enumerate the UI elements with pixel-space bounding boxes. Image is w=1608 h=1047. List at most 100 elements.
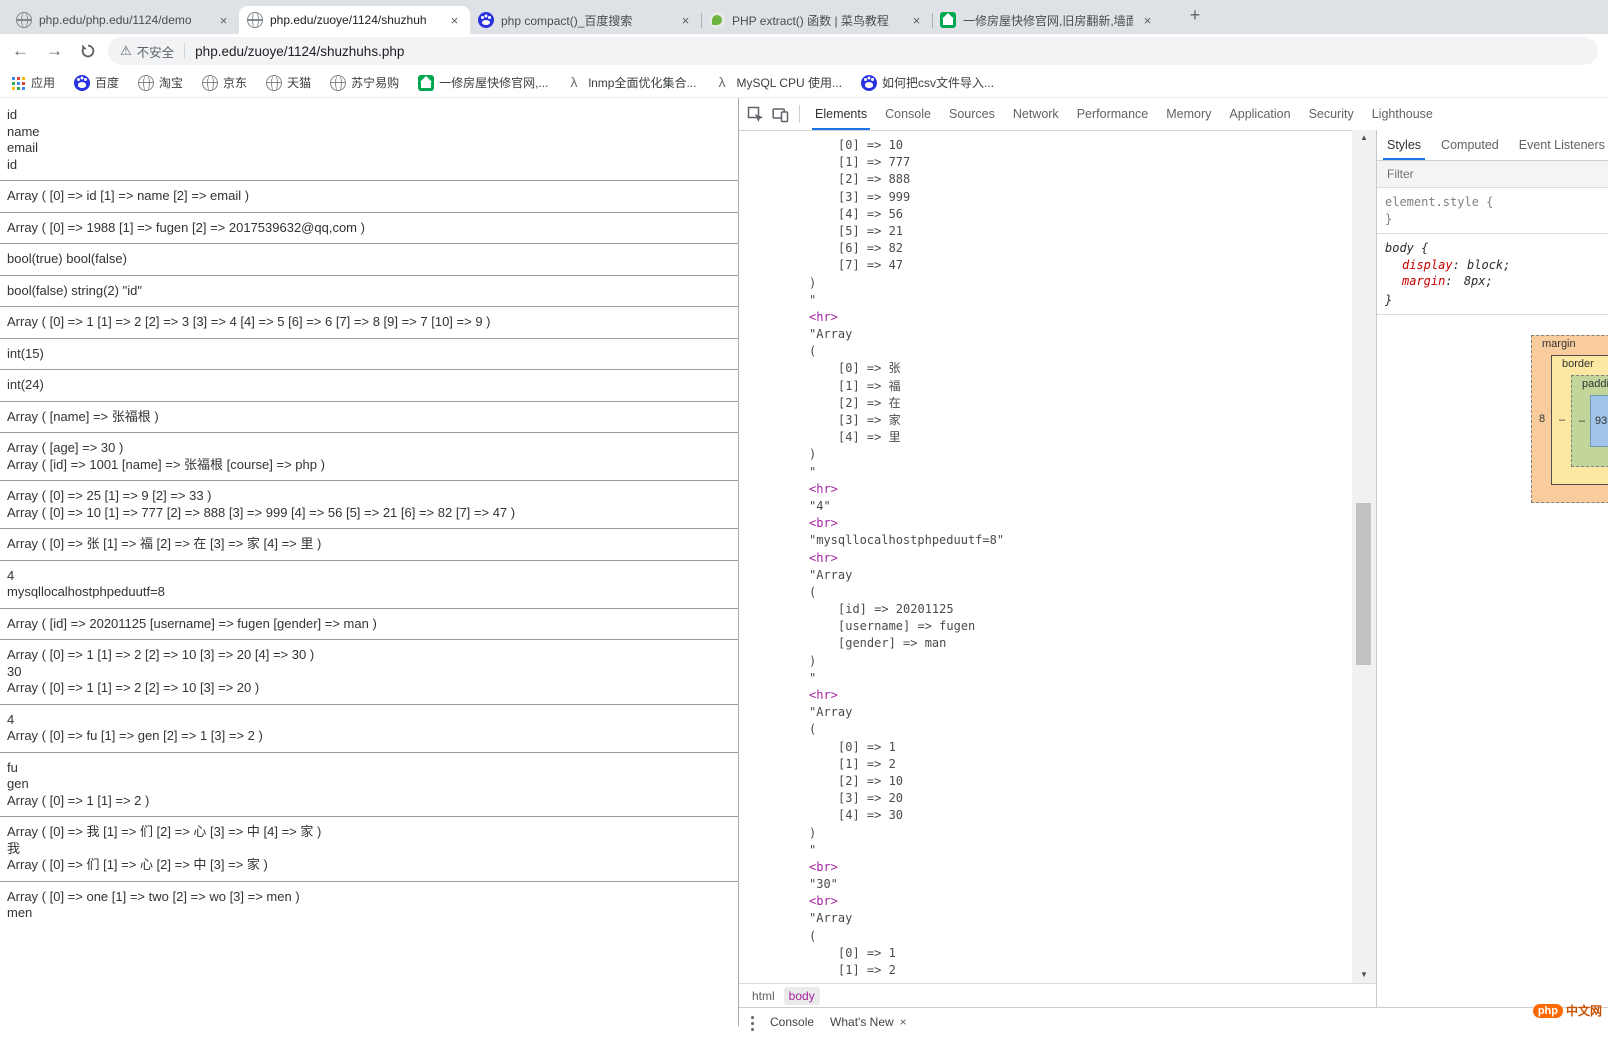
scrollbar-down-icon[interactable]: ▼ <box>1352 967 1376 983</box>
dom-node-line[interactable]: ) <box>809 825 1352 842</box>
browser-tab[interactable]: PHP extract() 函数 | 菜鸟教程 × <box>701 6 932 34</box>
dom-node-line[interactable]: [3] => 999 <box>809 189 1352 206</box>
dom-node-line[interactable]: "30" <box>809 876 1352 893</box>
devtools-tab[interactable]: Elements <box>806 98 876 130</box>
dom-node-line[interactable]: [3] => 家 <box>809 412 1352 429</box>
browser-tab[interactable]: 一修房屋快修官网,旧房翻新,墙面 × <box>932 6 1163 34</box>
breadcrumb-item[interactable]: html <box>747 987 780 1005</box>
device-toolbar-icon[interactable] <box>772 106 789 123</box>
dom-node-line[interactable]: [3] => 20 <box>809 790 1352 807</box>
box-model-content[interactable]: 939 <box>1590 395 1608 447</box>
dom-node-line[interactable]: ( <box>809 343 1352 360</box>
browser-tab[interactable]: php compact()_百度搜索 × <box>470 6 701 34</box>
drawer-tab-whats-new[interactable]: What's New × <box>830 1015 907 1029</box>
dom-node-line[interactable]: [4] => 里 <box>809 429 1352 446</box>
inspect-element-icon[interactable] <box>747 106 764 123</box>
tab-close-icon[interactable]: × <box>909 13 924 28</box>
drawer-tab-close-icon[interactable]: × <box>900 1015 907 1029</box>
dom-node-line[interactable]: [1] => 2 <box>809 756 1352 773</box>
devtools-tab[interactable]: Application <box>1220 98 1299 130</box>
devtools-tab[interactable]: Console <box>876 98 940 130</box>
dom-node-line[interactable]: " <box>809 292 1352 309</box>
drawer-tab-console[interactable]: Console <box>770 1015 814 1029</box>
reload-icon[interactable] <box>80 43 96 64</box>
dom-node-line[interactable]: <hr> <box>809 309 1352 326</box>
breadcrumb-item[interactable]: body <box>784 987 820 1005</box>
dom-node-line[interactable]: <br> <box>809 515 1352 532</box>
dom-node-line[interactable]: [2] => 10 <box>809 773 1352 790</box>
dom-node-line[interactable]: " <box>809 464 1352 481</box>
dom-node-line[interactable]: [0] => 1 <box>809 945 1352 962</box>
dom-node-line[interactable]: ) <box>809 446 1352 463</box>
browser-tab[interactable]: php.edu/zuoye/1124/shuzhuh × <box>239 6 470 34</box>
dom-node-line[interactable]: "Array <box>809 567 1352 584</box>
dom-node-line[interactable]: "Array <box>809 704 1352 721</box>
dom-node-line[interactable]: "Array <box>809 910 1352 927</box>
sidebar-tab[interactable]: Styles <box>1377 130 1431 160</box>
dom-node-line[interactable]: [5] => 21 <box>809 223 1352 240</box>
bookmark-item[interactable]: 一修房屋快修官网,... <box>418 74 548 91</box>
dom-node-line[interactable]: [0] => 10 <box>809 137 1352 154</box>
dom-node-line[interactable]: " <box>809 670 1352 687</box>
box-model-margin[interactable]: margin 8 border – padding – 939 <box>1531 335 1608 503</box>
css-property[interactable]: margin: 8px; <box>1385 273 1600 292</box>
dom-node-line[interactable]: ( <box>809 584 1352 601</box>
body-css-rule[interactable]: body { display: block; margin: 8px; } <box>1377 234 1608 315</box>
dom-node-line[interactable]: ( <box>809 928 1352 945</box>
styles-filter-input[interactable] <box>1385 166 1600 182</box>
bookmark-item[interactable]: 京东 <box>202 74 247 91</box>
back-icon[interactable]: ← <box>12 41 29 61</box>
css-property[interactable]: display: block; <box>1385 257 1600 274</box>
bookmark-item[interactable]: 苏宁易购 <box>330 74 399 91</box>
bookmark-item[interactable]: 百度 <box>74 74 119 91</box>
dom-node-line[interactable]: [1] => 2 <box>809 962 1352 979</box>
dom-node-line[interactable]: [4] => 56 <box>809 206 1352 223</box>
box-model-border[interactable]: border – padding – 939 <box>1551 355 1608 485</box>
url-text[interactable]: php.edu/zuoye/1124/shuzhuhs.php <box>195 44 404 59</box>
dom-node-line[interactable]: [0] => 1 <box>809 739 1352 756</box>
dom-node-line[interactable]: [6] => 82 <box>809 240 1352 257</box>
dom-node-line[interactable]: [username] => fugen <box>809 618 1352 635</box>
tab-close-icon[interactable]: × <box>216 13 231 28</box>
bookmark-item[interactable]: lnmp全面优化集合... <box>567 74 696 91</box>
scrollbar-thumb[interactable] <box>1356 503 1371 665</box>
dom-node-line[interactable]: ) <box>809 275 1352 292</box>
tab-close-icon[interactable]: × <box>447 13 462 28</box>
bookmark-item[interactable]: 淘宝 <box>138 74 183 91</box>
url-bar[interactable]: ⚠ 不安全 php.edu/zuoye/1124/shuzhuhs.php <box>108 37 1598 65</box>
dom-node-line[interactable]: ) <box>809 653 1352 670</box>
forward-icon[interactable]: → <box>46 41 63 61</box>
bookmark-item[interactable]: 应用 <box>10 74 55 91</box>
box-model-padding[interactable]: padding – 939 <box>1571 375 1608 467</box>
element-style-rule[interactable]: element.style { } <box>1377 188 1608 234</box>
dom-node-line[interactable]: ( <box>809 721 1352 738</box>
security-label[interactable]: 不安全 <box>137 42 175 61</box>
dom-node-line[interactable]: [1] => 777 <box>809 154 1352 171</box>
tab-close-icon[interactable]: × <box>678 13 693 28</box>
tab-close-icon[interactable]: × <box>1140 13 1155 28</box>
dom-node-line[interactable]: [0] => 张 <box>809 360 1352 377</box>
dom-node-line[interactable]: [4] => 30 <box>809 807 1352 824</box>
devtools-tab[interactable]: Performance <box>1068 98 1158 130</box>
devtools-tab[interactable]: Lighthouse <box>1363 98 1442 130</box>
dom-node-line[interactable]: "mysqllocalhostphpeduutf=8" <box>809 532 1352 549</box>
scrollbar-up-icon[interactable]: ▲ <box>1352 130 1376 146</box>
devtools-tab[interactable]: Network <box>1004 98 1068 130</box>
dom-node-line[interactable]: [7] => 47 <box>809 257 1352 274</box>
bookmark-item[interactable]: 天猫 <box>266 74 311 91</box>
dom-node-line[interactable]: [2] => 在 <box>809 395 1352 412</box>
browser-tab[interactable]: php.edu/php.edu/1124/demo × <box>8 6 239 34</box>
devtools-tab[interactable]: Security <box>1300 98 1363 130</box>
dom-node-line[interactable]: "4" <box>809 498 1352 515</box>
dom-node-line[interactable]: "Array <box>809 326 1352 343</box>
dom-node-line[interactable]: " <box>809 842 1352 859</box>
bookmark-item[interactable]: 如何把csv文件导入... <box>861 74 994 91</box>
dom-node-line[interactable]: <hr> <box>809 687 1352 704</box>
dom-node-line[interactable]: [2] => 888 <box>809 171 1352 188</box>
dom-node-line[interactable]: <hr> <box>809 481 1352 498</box>
dom-node-line[interactable]: [gender] => man <box>809 635 1352 652</box>
dom-node-line[interactable]: <br> <box>809 893 1352 910</box>
dom-node-line[interactable]: <hr> <box>809 550 1352 567</box>
devtools-tab[interactable]: Sources <box>940 98 1004 130</box>
dom-node-line[interactable]: [1] => 福 <box>809 378 1352 395</box>
